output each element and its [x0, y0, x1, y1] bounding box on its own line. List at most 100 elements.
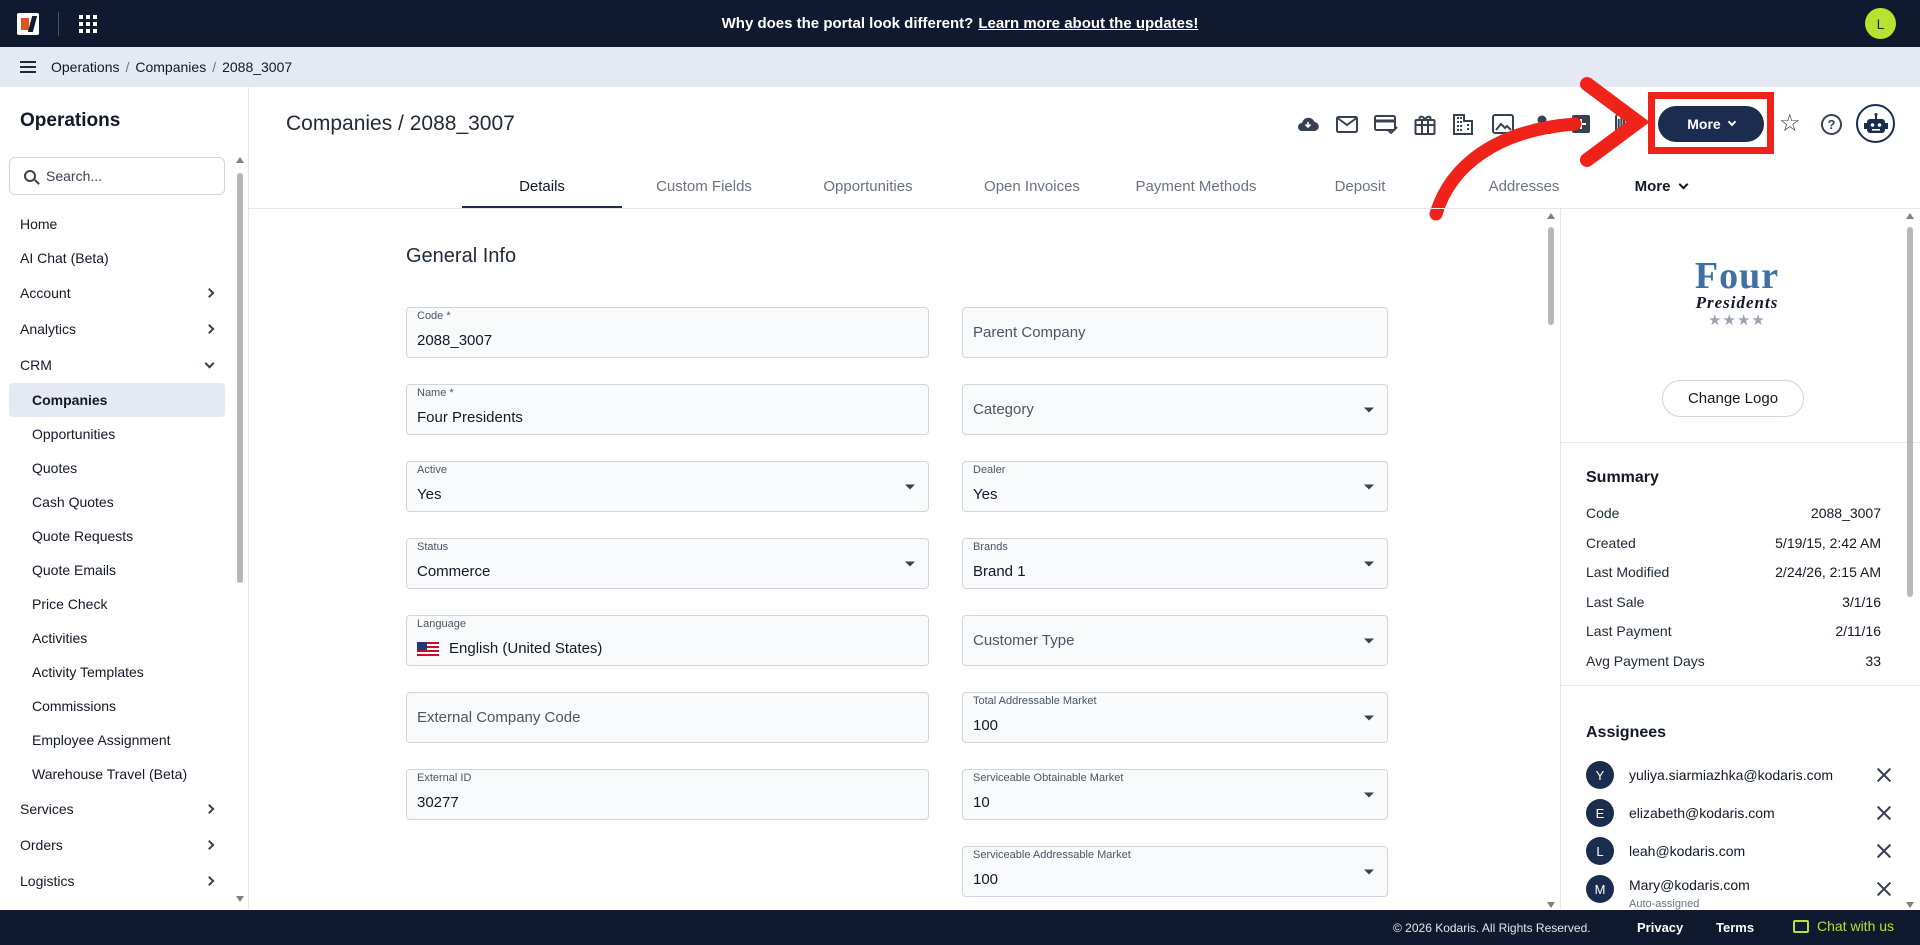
sidebar-item-opportunities[interactable]: Opportunities: [0, 417, 235, 451]
image-icon[interactable]: [1491, 112, 1515, 136]
dealer-select[interactable]: Dealer Yes: [962, 461, 1388, 512]
kodaris-logo[interactable]: [17, 12, 39, 35]
breadcrumb-bar: Operations / Companies / 2088_3007: [0, 47, 1920, 87]
status-select[interactable]: Status Commerce: [406, 538, 929, 589]
sidebar-item-analytics[interactable]: Analytics: [0, 311, 235, 347]
details-form: General Info Code * 2088_3007 Parent Com…: [249, 209, 1549, 910]
ai-assistant-button[interactable]: [1856, 104, 1895, 143]
star-icon[interactable]: ☆: [1779, 112, 1801, 136]
sidebar-search: [9, 157, 225, 195]
card-check-icon[interactable]: [1374, 112, 1398, 136]
sidebar-search-input[interactable]: [46, 168, 206, 184]
sidebar-item-quote-requests[interactable]: Quote Requests: [0, 519, 235, 553]
sidebar-item-quotes[interactable]: Quotes: [0, 451, 235, 485]
tab-opportunities[interactable]: Opportunities: [786, 164, 950, 208]
gift-icon[interactable]: [1413, 112, 1437, 136]
user-avatar[interactable]: L: [1865, 8, 1896, 39]
avatar: Y: [1586, 761, 1614, 789]
top-divider: [58, 11, 59, 36]
customer-type-select[interactable]: Customer Type: [962, 615, 1388, 666]
name-field[interactable]: Name * Four Presidents: [406, 384, 929, 435]
sidebar-item-companies[interactable]: Companies: [9, 383, 225, 417]
hamburger-menu-icon[interactable]: [20, 61, 36, 73]
brands-select[interactable]: Brands Brand 1: [962, 538, 1388, 589]
sidebar-item-ai-chat-beta[interactable]: AI Chat (Beta): [0, 241, 235, 275]
tab-details[interactable]: Details: [462, 164, 622, 208]
terms-link[interactable]: Terms: [1716, 920, 1754, 935]
sidebar-item-activities[interactable]: Activities: [0, 621, 235, 655]
sidebar-item-warehouse-travel-beta[interactable]: Warehouse Travel (Beta): [0, 757, 235, 791]
parent-company-field[interactable]: Parent Company: [962, 307, 1388, 358]
page-title: Companies / 2088_3007: [286, 112, 515, 135]
chevron-right-icon: [204, 288, 215, 298]
sidebar-item-services[interactable]: Services: [0, 791, 235, 827]
tab-payment-methods[interactable]: Payment Methods: [1114, 164, 1278, 208]
dropdown-arrow-icon: [1364, 407, 1374, 412]
tab-custom-fields[interactable]: Custom Fields: [622, 164, 786, 208]
breadcrumb-operations[interactable]: Operations: [51, 59, 119, 75]
sidebar-scrollbar[interactable]: [236, 157, 244, 902]
sidebar-item-cash-quotes[interactable]: Cash Quotes: [0, 485, 235, 519]
change-logo-button[interactable]: Change Logo: [1662, 380, 1804, 417]
toolbar: [1296, 112, 1632, 136]
sidebar-item-employee-assignment[interactable]: Employee Assignment: [0, 723, 235, 757]
tab-addresses[interactable]: Addresses: [1442, 164, 1606, 208]
assignee-email: elizabeth@kodaris.com: [1629, 805, 1775, 821]
sidebar-title: Operations: [20, 110, 121, 131]
breadcrumb-companies[interactable]: Companies: [135, 59, 206, 75]
robot-icon: [1863, 112, 1888, 133]
privacy-link[interactable]: Privacy: [1637, 920, 1683, 935]
banner-learn-more-link[interactable]: Learn more about the updates!: [978, 15, 1198, 32]
dropdown-arrow-icon: [1364, 792, 1374, 797]
avatar: M: [1586, 875, 1614, 903]
sidebar-item-logistics[interactable]: Logistics: [0, 863, 235, 899]
chevron-right-icon: [204, 324, 215, 334]
active-select[interactable]: Active Yes: [406, 461, 929, 512]
code-field[interactable]: Code * 2088_3007: [406, 307, 929, 358]
mail-icon[interactable]: [1335, 112, 1359, 136]
sidebar-item-crm[interactable]: CRM: [0, 347, 235, 383]
tab-more[interactable]: More: [1606, 164, 1716, 208]
main-scrollbar[interactable]: [1547, 209, 1555, 910]
som-select[interactable]: Serviceable Obtainable Market 10: [962, 769, 1388, 820]
cloud-icon[interactable]: [1296, 112, 1320, 136]
remove-assignee-icon[interactable]: [1877, 844, 1891, 858]
sidebar-item-activity-templates[interactable]: Activity Templates: [0, 655, 235, 689]
tabs: Details Custom Fields Opportunities Open In…: [462, 164, 1716, 208]
chevron-right-icon: [204, 876, 215, 886]
language-field[interactable]: Language English (United States): [406, 615, 929, 666]
sidebar-item-account[interactable]: Account: [0, 275, 235, 311]
dropdown-arrow-icon: [1364, 638, 1374, 643]
category-select[interactable]: Category: [962, 384, 1388, 435]
right-panel-scrollbar[interactable]: [1906, 209, 1914, 910]
person-icon[interactable]: [1530, 112, 1554, 136]
search-icon: [24, 170, 36, 182]
external-id-field[interactable]: External ID 30277: [406, 769, 929, 820]
external-company-code-field[interactable]: External Company Code: [406, 692, 929, 743]
sam-select[interactable]: Serviceable Addressable Market 100: [962, 846, 1388, 897]
building-icon[interactable]: [1452, 112, 1476, 136]
help-icon[interactable]: ?: [1821, 114, 1842, 135]
chat-with-us-button[interactable]: Chat with us: [1793, 918, 1894, 934]
sidebar-item-price-check[interactable]: Price Check: [0, 587, 235, 621]
sidebar-item-commissions[interactable]: Commissions: [0, 689, 235, 723]
sidebar-item-orders[interactable]: Orders: [0, 827, 235, 863]
remove-assignee-icon[interactable]: [1877, 806, 1891, 820]
tab-deposit[interactable]: Deposit: [1278, 164, 1442, 208]
remove-assignee-icon[interactable]: [1877, 882, 1891, 896]
company-summary-panel: Four Presidents ★★★★ Change Logo Summary…: [1560, 209, 1920, 910]
chevron-right-icon: [204, 804, 215, 814]
apps-grid-icon[interactable]: [79, 14, 97, 33]
remove-assignee-icon[interactable]: [1877, 768, 1891, 782]
assignees-title: Assignees: [1586, 724, 1667, 741]
dropdown-arrow-icon: [1364, 715, 1374, 720]
sidebar-item-quote-emails[interactable]: Quote Emails: [0, 553, 235, 587]
add-doc-icon[interactable]: [1569, 112, 1593, 136]
sidebar-item-home[interactable]: Home: [0, 207, 235, 241]
chevron-right-icon: [204, 840, 215, 850]
tam-select[interactable]: Total Addressable Market 100: [962, 692, 1388, 743]
chevron-down-icon: [204, 358, 215, 369]
paperclip-icon[interactable]: [1608, 112, 1632, 136]
dropdown-arrow-icon: [905, 561, 915, 566]
tab-open-invoices[interactable]: Open Invoices: [950, 164, 1114, 208]
